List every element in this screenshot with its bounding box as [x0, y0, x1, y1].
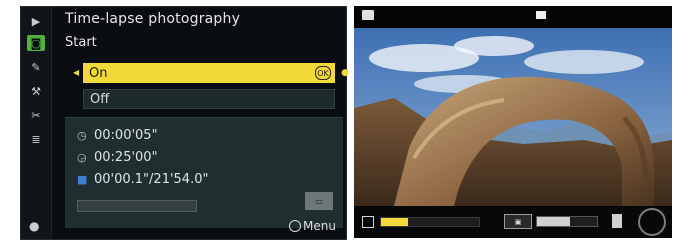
wrench-icon[interactable]: ⚒: [27, 83, 45, 99]
camera-icon[interactable]: ◙: [27, 35, 45, 51]
movie-mode-icon: [362, 216, 374, 228]
quality-badge-icon: ▣: [504, 214, 532, 229]
option-on-label: On: [89, 65, 108, 81]
list-icon[interactable]: ≣: [27, 131, 45, 147]
option-on[interactable]: ◀ On OK ●: [73, 63, 349, 83]
retouch-icon[interactable]: ✂: [27, 107, 45, 123]
play-icon[interactable]: ▶: [27, 13, 45, 29]
menu-hint-label: Menu: [303, 219, 336, 233]
camera-ui-stage: ▶ ◙ ✎ ⚒ ✂ ≣ ● Time-lapse photography Sta…: [0, 0, 693, 243]
card-icon: [362, 10, 374, 20]
interval-row: ◷ 00:00'05": [77, 128, 158, 143]
live-view-bottom-bar: ▣: [354, 206, 672, 238]
start-label: Start: [65, 35, 97, 50]
menu-button-icon: [289, 220, 302, 232]
selection-arrow-right-icon: ●: [341, 68, 349, 78]
option-off[interactable]: Off: [83, 89, 335, 109]
shooting-time-row: ◶ 00:25'00": [77, 150, 158, 165]
menu-sidebar: ▶ ◙ ✎ ⚒ ✂ ≣ ●: [21, 7, 52, 239]
memory-badge-icon: ▭: [305, 192, 333, 210]
live-view-top-bar: [354, 6, 672, 28]
menu-title: Time-lapse photography: [65, 11, 241, 27]
interval-value: 00:00'05": [94, 128, 158, 143]
selection-arrow-icon: ◀: [73, 68, 80, 77]
pencil-icon[interactable]: ✎: [27, 59, 45, 75]
option-off-label: Off: [90, 91, 110, 107]
landscape-photo: [354, 28, 672, 206]
ok-button-icon: OK: [315, 66, 331, 80]
interval-icon: ◷: [77, 129, 87, 142]
timelapse-menu-screen: ▶ ◙ ✎ ⚒ ✂ ≣ ● Time-lapse photography Sta…: [20, 6, 349, 240]
camera-icon: [612, 214, 622, 228]
timelapse-info-panel: ◷ 00:00'05" ◶ 00:25'00" ■ 00'00.1"/21'54…: [65, 117, 343, 228]
volume-meter: [536, 216, 598, 227]
menu-hint: Menu: [289, 219, 336, 233]
shooting-time-icon: ◶: [77, 151, 87, 164]
movie-icon: ■: [77, 173, 88, 186]
shooting-time-value: 00:25'00": [94, 150, 158, 165]
movie-length-row: ■ 00'00.1"/21'54.0": [77, 172, 208, 187]
live-view-screen: ▣: [354, 6, 672, 238]
volume-meter-fill: [537, 217, 570, 226]
recording-progress-fill: [381, 218, 409, 226]
help-icon[interactable]: ●: [29, 219, 39, 233]
movie-length-value: 00'00.1"/21'54.0": [94, 172, 209, 187]
dial-icon[interactable]: [638, 208, 666, 236]
timelapse-progress-bar: [77, 200, 197, 212]
indicator-icon: [536, 11, 546, 19]
recording-progress-bar: [380, 217, 480, 227]
